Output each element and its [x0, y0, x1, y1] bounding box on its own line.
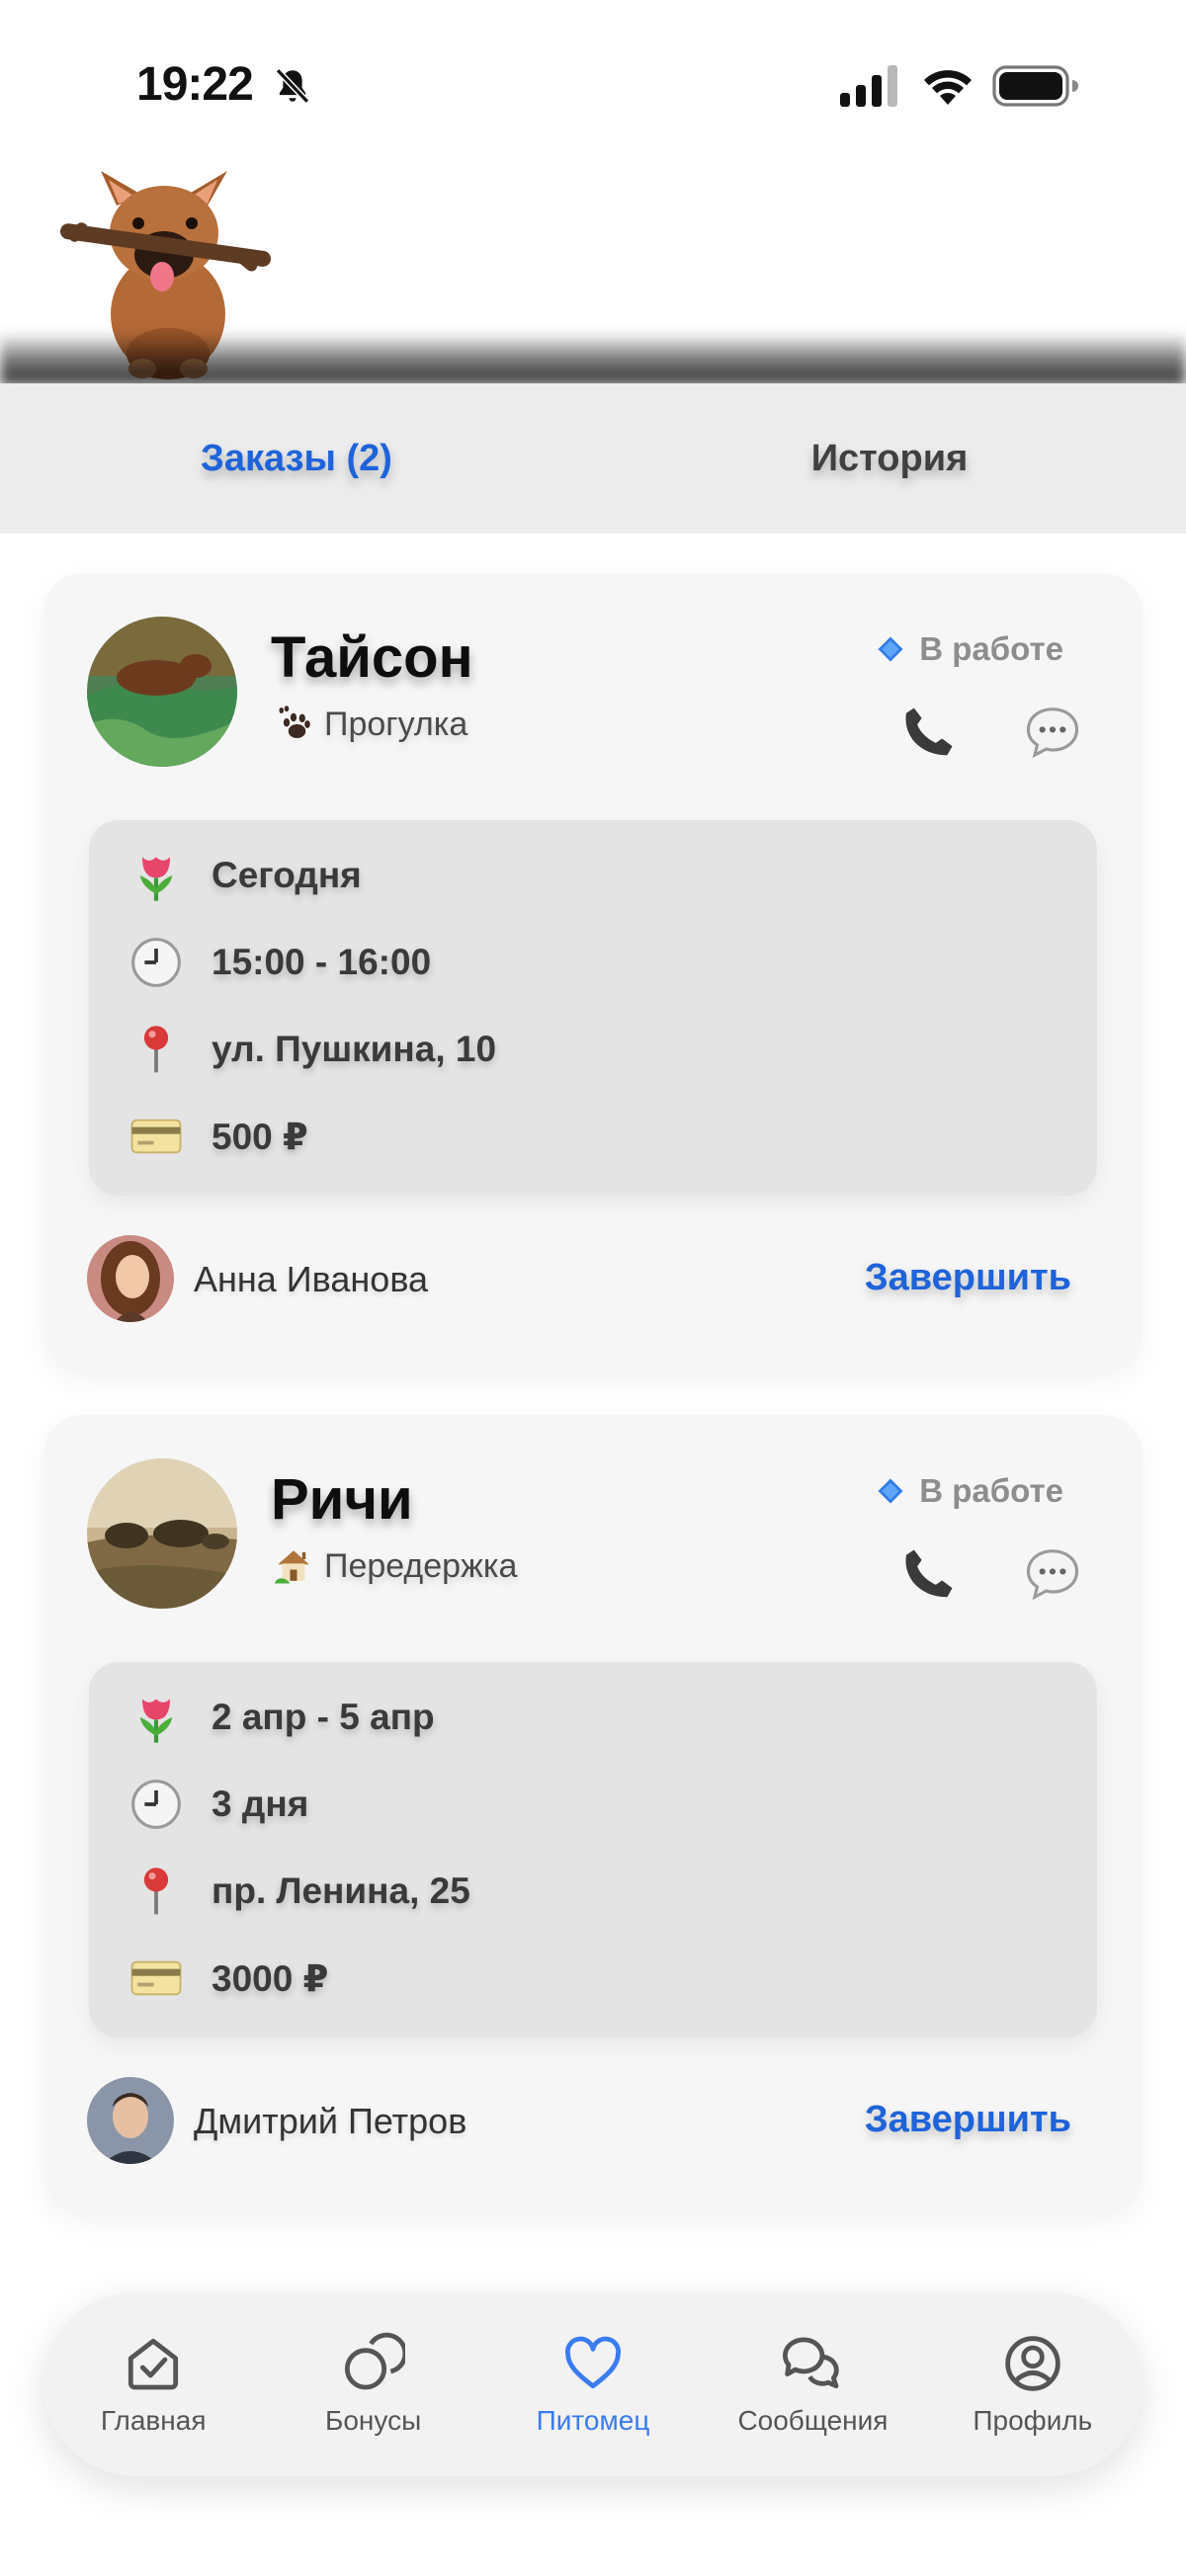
nav-bonuses[interactable]: Бонусы	[263, 2292, 482, 2476]
tabs-container: Заказы (2) История	[0, 332, 1186, 534]
phone-icon[interactable]	[897, 702, 959, 763]
nav-profile[interactable]: Профиль	[923, 2292, 1143, 2476]
tulip-icon	[139, 1699, 173, 1743]
tab-orders[interactable]: Заказы (2)	[0, 383, 593, 534]
header-shadow	[0, 332, 1186, 385]
pin-icon	[143, 1868, 169, 1915]
order-card[interactable]: Тайсон Прогулка В работе Сегодня 15:00 -…	[43, 573, 1143, 1371]
nav-home-label: Главная	[100, 2405, 207, 2436]
detail-price: 500 ₽	[128, 1109, 308, 1164]
pet-name: Ричи	[271, 1467, 413, 1532]
complete-button[interactable]: Завершить	[865, 2099, 1071, 2141]
detail-time: 3 дня	[128, 1777, 308, 1832]
detail-time-text: 3 дня	[212, 1784, 309, 1824]
service-label: Передержка	[324, 1546, 518, 1585]
paw-icon	[279, 706, 310, 738]
status-badge: В работе	[876, 630, 1063, 668]
detail-time-text: 15:00 - 16:00	[212, 942, 432, 982]
pet-avatar	[87, 1458, 237, 1609]
detail-date: 2 апр - 5 апр	[128, 1690, 435, 1745]
service-type: Передержка	[273, 1545, 517, 1587]
order-card[interactable]: Ричи Передержка В работе 2 апр - 5 апр 3…	[43, 1415, 1143, 2213]
detail-date-text: 2 апр - 5 апр	[212, 1697, 435, 1737]
order-details: 2 апр - 5 апр 3 дня пр. Ленина, 25 3000 …	[89, 1662, 1097, 2037]
nav-home[interactable]: Главная	[43, 2292, 263, 2476]
card-icon	[130, 1960, 182, 1996]
owner-avatar	[87, 2077, 174, 2164]
clock-icon	[131, 938, 181, 987]
pet-name: Тайсон	[271, 625, 473, 690]
detail-address-text: пр. Ленина, 25	[212, 1870, 470, 1911]
service-label: Прогулка	[324, 705, 468, 743]
tab-history[interactable]: История	[593, 383, 1186, 534]
owner-name: Анна Иванова	[194, 1259, 429, 1299]
detail-date: Сегодня	[128, 848, 362, 903]
detail-price: 3000 ₽	[128, 1951, 328, 2006]
card-icon	[130, 1119, 182, 1154]
detail-address-text: ул. Пушкина, 10	[212, 1029, 497, 1069]
coins-icon	[344, 2332, 405, 2390]
battery-icon	[992, 65, 1078, 107]
phone-icon[interactable]	[897, 1543, 959, 1605]
bell-muted-icon	[275, 68, 310, 104]
blue-diamond-icon	[878, 1478, 903, 1504]
blue-diamond-icon	[878, 636, 903, 662]
detail-time: 15:00 - 16:00	[128, 935, 431, 990]
status-badge: В работе	[876, 1472, 1063, 1510]
tulip-icon	[139, 857, 173, 901]
detail-address: пр. Ленина, 25	[128, 1864, 470, 1919]
tab-bar: Заказы (2) История	[0, 383, 1186, 534]
chat-bubbles-icon	[783, 2337, 840, 2389]
detail-address: ул. Пушкина, 10	[128, 1022, 496, 1077]
signal-icon	[840, 65, 897, 107]
status-time: 19:22	[136, 58, 254, 111]
nav-pet-label: Питомец	[536, 2405, 650, 2436]
nav-profile-label: Профиль	[973, 2405, 1093, 2436]
home-check-icon	[128, 2338, 179, 2390]
pin-icon	[143, 1026, 169, 1073]
heart-icon	[565, 2336, 622, 2389]
profile-icon	[1005, 2336, 1060, 2391]
chat-icon[interactable]	[1022, 702, 1083, 763]
status-text: В работе	[919, 1472, 1063, 1509]
bottom-navigation: Главная Бонусы Питомец Сообщения Профиль	[43, 2292, 1143, 2476]
status-text: В работе	[919, 630, 1063, 667]
owner-avatar	[87, 1235, 174, 1322]
clock-icon	[131, 1780, 181, 1829]
detail-date-text: Сегодня	[212, 855, 362, 895]
owner-name: Дмитрий Петров	[194, 2101, 467, 2141]
pet-avatar	[87, 617, 237, 767]
complete-button[interactable]: Завершить	[865, 1257, 1071, 1299]
nav-bonuses-label: Бонусы	[324, 2405, 422, 2436]
chat-icon[interactable]	[1022, 1543, 1083, 1605]
service-type: Прогулка	[273, 704, 467, 745]
nav-messages-label: Сообщения	[737, 2405, 889, 2436]
house-icon	[274, 1550, 309, 1584]
order-details: Сегодня 15:00 - 16:00 ул. Пушкина, 10 50…	[89, 820, 1097, 1196]
detail-price-text: 3000 ₽	[212, 1957, 329, 1999]
detail-price-text: 500 ₽	[212, 1116, 308, 1157]
wifi-icon	[924, 70, 972, 105]
nav-messages[interactable]: Сообщения	[703, 2292, 922, 2476]
status-bar: 19:22	[0, 0, 1186, 168]
nav-pet[interactable]: Питомец	[483, 2292, 703, 2476]
